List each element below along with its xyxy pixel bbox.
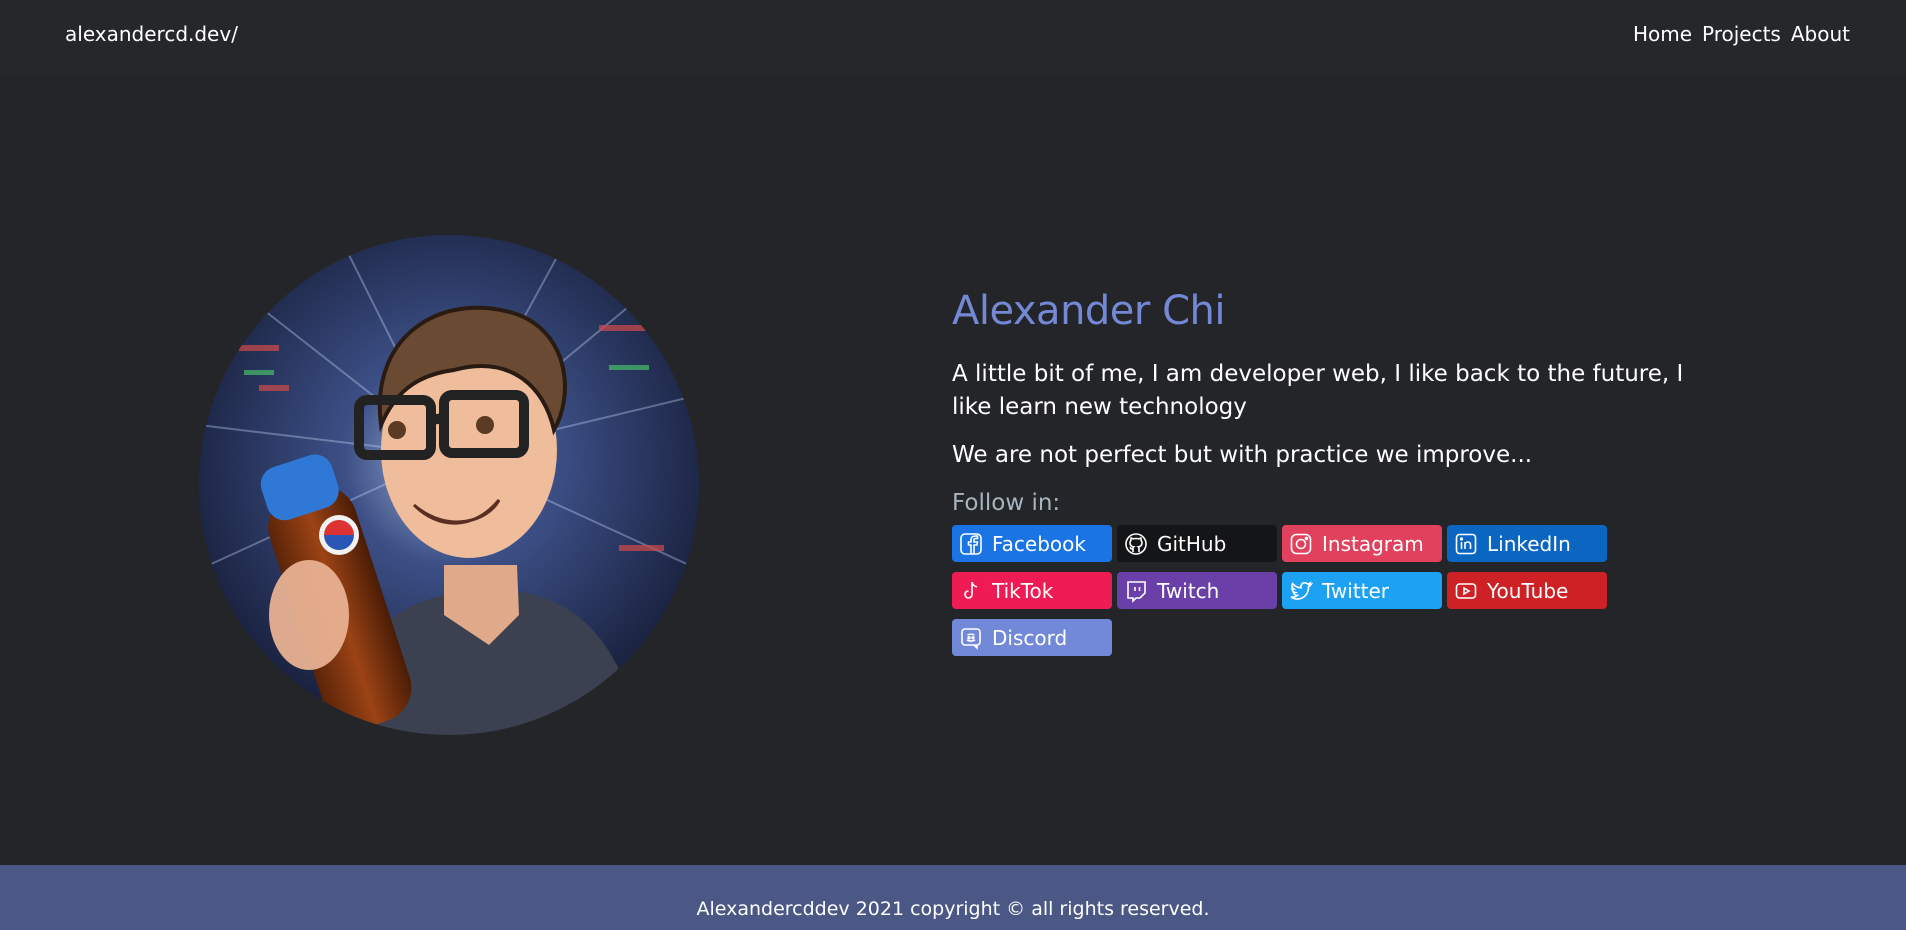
footer: Alexandercddev 2021 copyright © all righ… (0, 865, 1906, 930)
site-brand-link[interactable]: alexandercd.dev/ (65, 22, 238, 46)
social-label-tiktok: TikTok (992, 578, 1054, 603)
github-icon (1123, 531, 1149, 557)
profile-name: Alexander Chi (952, 288, 1225, 334)
social-button-twitch[interactable]: Twitch (1117, 572, 1277, 609)
youtube-icon (1453, 578, 1479, 604)
social-links: Facebook GitHub Instagram LinkedIn TikTo… (952, 525, 1612, 656)
twitter-icon (1288, 578, 1314, 604)
linkedin-icon (1453, 531, 1479, 557)
social-label-twitter: Twitter (1322, 578, 1390, 603)
social-button-youtube[interactable]: YouTube (1447, 572, 1607, 609)
discord-icon (958, 625, 984, 651)
social-label-github: GitHub (1157, 531, 1227, 556)
profile-avatar (199, 235, 699, 735)
social-button-discord[interactable]: Discord (952, 619, 1112, 656)
social-button-tiktok[interactable]: TikTok (952, 572, 1112, 609)
social-label-facebook: Facebook (992, 531, 1086, 556)
nav-link-about[interactable]: About (1791, 22, 1850, 46)
nav-link-projects[interactable]: Projects (1702, 22, 1781, 46)
profile-section: Alexander Chi A little bit of me, I am d… (952, 288, 1712, 656)
social-label-linkedin: LinkedIn (1487, 531, 1571, 556)
profile-motto: We are not perfect but with practice we … (952, 442, 1533, 468)
nav-link-home[interactable]: Home (1633, 22, 1692, 46)
social-button-twitter[interactable]: Twitter (1282, 572, 1442, 609)
social-button-github[interactable]: GitHub (1117, 525, 1277, 562)
facebook-icon (958, 531, 984, 557)
follow-label: Follow in: (952, 490, 1061, 516)
social-button-facebook[interactable]: Facebook (952, 525, 1112, 562)
social-button-linkedin[interactable]: LinkedIn (1447, 525, 1607, 562)
twitch-icon (1123, 578, 1149, 604)
tiktok-icon (958, 578, 984, 604)
social-label-instagram: Instagram (1322, 531, 1424, 556)
navbar: alexandercd.dev/ Home Projects About (0, 0, 1906, 75)
social-label-twitch: Twitch (1157, 578, 1220, 603)
nav-links: Home Projects About (1633, 22, 1850, 46)
footer-copyright: Alexandercddev 2021 copyright © all righ… (696, 898, 1210, 920)
social-label-youtube: YouTube (1487, 578, 1569, 603)
social-button-instagram[interactable]: Instagram (1282, 525, 1442, 562)
social-label-discord: Discord (992, 625, 1068, 650)
instagram-icon (1288, 531, 1314, 557)
profile-bio: A little bit of me, I am developer web, … (952, 361, 1684, 420)
